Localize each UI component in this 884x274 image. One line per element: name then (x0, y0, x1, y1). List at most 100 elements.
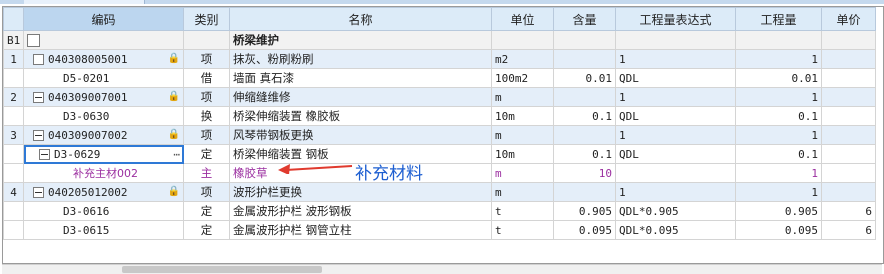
unit-cell[interactable]: m (491, 182, 554, 202)
code-cell[interactable]: D5-0201 (23, 68, 184, 88)
type-cell[interactable]: 定 (183, 220, 230, 240)
code-cell[interactable] (23, 30, 184, 50)
price-cell[interactable] (821, 87, 876, 107)
expression-cell[interactable]: QDL*0.905 (615, 201, 736, 221)
expression-cell[interactable]: 1 (615, 125, 736, 145)
quantity-cell[interactable]: 1 (735, 49, 822, 69)
quantity-cell[interactable]: 0.1 (735, 106, 822, 126)
table-row[interactable]: 3 040309007002 🔒 项风琴带钢板更换 m 1 1 (3, 125, 876, 145)
type-cell[interactable] (183, 30, 230, 50)
content-cell[interactable] (553, 49, 616, 69)
name-cell[interactable]: 抹灰、粉刷粉刷 (229, 49, 492, 69)
expression-cell[interactable]: QDL (615, 106, 736, 126)
type-cell[interactable]: 定 (183, 144, 230, 164)
unit-cell[interactable]: m2 (491, 49, 554, 69)
name-cell[interactable]: 伸缩缝维修 (229, 87, 492, 107)
row-number[interactable] (3, 163, 24, 183)
table-row[interactable]: D3-0615 定金属波形护栏 钢管立柱 t 0.095 QDL*0.095 0.095 6 (3, 220, 876, 240)
code-cell[interactable]: D3-0615 (23, 220, 184, 240)
code-cell[interactable]: 补充主材002 (23, 163, 184, 183)
price-cell[interactable]: 6 (821, 220, 876, 240)
row-number[interactable]: B1 (3, 30, 24, 50)
expression-cell[interactable] (615, 163, 736, 183)
scrollbar-thumb[interactable] (122, 266, 322, 273)
unit-cell[interactable]: 10m (491, 144, 554, 164)
quantity-cell[interactable]: 1 (735, 182, 822, 202)
price-cell[interactable] (821, 144, 876, 164)
price-cell[interactable] (821, 125, 876, 145)
quantity-cell[interactable]: 1 (735, 125, 822, 145)
content-cell[interactable] (553, 182, 616, 202)
expression-cell[interactable]: 1 (615, 182, 736, 202)
name-cell[interactable]: 桥梁伸缩装置 橡胶板 (229, 106, 492, 126)
unit-cell[interactable] (491, 30, 554, 50)
more-options-icon[interactable]: ⋯ (173, 148, 180, 161)
row-number[interactable]: 1 (3, 49, 24, 69)
expression-cell[interactable]: QDL (615, 144, 736, 164)
expand-toggle-icon[interactable] (33, 54, 44, 65)
type-cell[interactable]: 主 (183, 163, 230, 183)
content-cell[interactable] (553, 30, 616, 50)
row-number[interactable] (3, 201, 24, 221)
row-number[interactable] (3, 144, 24, 164)
table-row[interactable]: 4 040205012002 🔒 项波形护栏更换 m 1 1 (3, 182, 876, 202)
row-number[interactable] (3, 106, 24, 126)
budget-grid[interactable]: 编码 类别 名称 单位 含量 工程量表达式 工程量 单价 B1 桥梁维护 1 0403… (2, 6, 884, 264)
table-row[interactable]: 补充主材002 主橡胶草 m 10 1 (3, 163, 876, 183)
column-header-content[interactable]: 含量 (553, 7, 616, 31)
expression-cell[interactable]: QDL*0.095 (615, 220, 736, 240)
unit-cell[interactable]: t (491, 220, 554, 240)
price-cell[interactable] (821, 68, 876, 88)
type-cell[interactable]: 项 (183, 49, 230, 69)
price-cell[interactable] (821, 49, 876, 69)
name-cell[interactable]: 桥梁维护 (229, 30, 492, 50)
type-cell[interactable]: 换 (183, 106, 230, 126)
quantity-cell[interactable]: 0.905 (735, 201, 822, 221)
name-cell[interactable]: 墙面 真石漆 (229, 68, 492, 88)
table-row[interactable]: D5-0201 借墙面 真石漆 100m2 0.01 QDL 0.01 (3, 68, 876, 88)
price-cell[interactable] (821, 30, 876, 50)
content-cell[interactable] (553, 87, 616, 107)
code-cell[interactable]: 040309007002 🔒 (23, 125, 184, 145)
price-cell[interactable] (821, 106, 876, 126)
quantity-cell[interactable]: 0.1 (735, 144, 822, 164)
expression-cell[interactable] (615, 30, 736, 50)
quantity-cell[interactable] (735, 30, 822, 50)
expand-toggle-icon[interactable] (33, 130, 44, 141)
code-cell[interactable]: D3-0629 ⋯ (23, 144, 184, 164)
table-row[interactable]: D3-0629 ⋯ 定桥梁伸缩装置 钢板 10m 0.1 QDL 0.1 (3, 144, 876, 164)
expression-cell[interactable]: QDL (615, 68, 736, 88)
column-header-code[interactable]: 编码 (23, 7, 184, 31)
code-cell[interactable]: 040309007001 🔒 (23, 87, 184, 107)
quantity-cell[interactable]: 1 (735, 163, 822, 183)
content-cell[interactable]: 0.905 (553, 201, 616, 221)
type-cell[interactable]: 借 (183, 68, 230, 88)
name-cell[interactable]: 金属波形护栏 钢管立柱 (229, 220, 492, 240)
type-cell[interactable]: 项 (183, 182, 230, 202)
name-cell[interactable]: 金属波形护栏 波形钢板 (229, 201, 492, 221)
checkbox-icon[interactable] (27, 33, 40, 47)
unit-cell[interactable]: m (491, 87, 554, 107)
price-cell[interactable]: 6 (821, 201, 876, 221)
type-cell[interactable]: 项 (183, 125, 230, 145)
content-cell[interactable]: 0.1 (553, 106, 616, 126)
unit-cell[interactable]: t (491, 201, 554, 221)
column-header-quantity[interactable]: 工程量 (735, 7, 822, 31)
row-number[interactable] (3, 220, 24, 240)
content-cell[interactable]: 0.095 (553, 220, 616, 240)
price-cell[interactable] (821, 182, 876, 202)
top-tab-edge[interactable] (24, 0, 145, 4)
row-number[interactable]: 3 (3, 125, 24, 145)
quantity-cell[interactable]: 1 (735, 87, 822, 107)
table-row[interactable]: B1 桥梁维护 (3, 30, 876, 50)
table-row[interactable]: D3-0630 换桥梁伸缩装置 橡胶板 10m 0.1 QDL 0.1 (3, 106, 876, 126)
unit-cell[interactable]: 10m (491, 106, 554, 126)
content-cell[interactable]: 10 (553, 163, 616, 183)
name-cell[interactable]: 波形护栏更换 (229, 182, 492, 202)
unit-cell[interactable]: m (491, 125, 554, 145)
type-cell[interactable]: 定 (183, 201, 230, 221)
price-cell[interactable] (821, 163, 876, 183)
column-header-name[interactable]: 名称 (229, 7, 492, 31)
row-number[interactable]: 4 (3, 182, 24, 202)
expand-toggle-icon[interactable] (33, 92, 44, 103)
